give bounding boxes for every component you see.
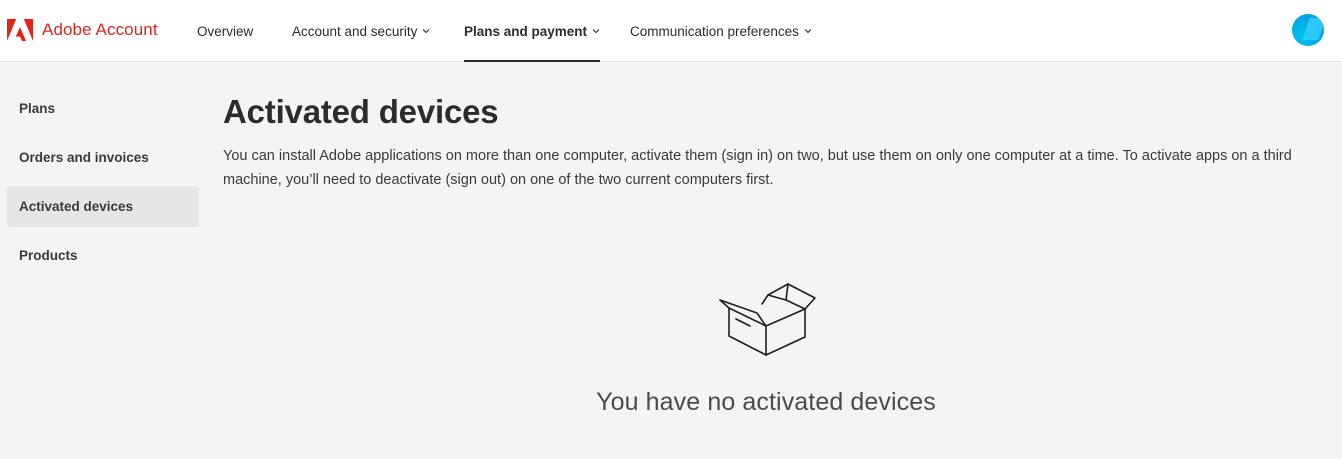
sidebar: Plans Orders and invoices Activated devi… <box>7 88 199 284</box>
adobe-account-home-link[interactable]: Adobe Account <box>7 18 158 42</box>
nav-label: Plans and payment <box>464 23 588 39</box>
user-avatar[interactable] <box>1292 14 1324 46</box>
sidebar-item-products[interactable]: Products <box>7 235 199 276</box>
adobe-logo-icon <box>7 19 33 41</box>
chevron-down-icon <box>804 29 812 34</box>
sidebar-item-orders-and-invoices[interactable]: Orders and invoices <box>7 137 199 178</box>
sidebar-item-label: Activated devices <box>19 199 134 214</box>
nav-communication-preferences[interactable]: Communication preferences <box>630 0 812 62</box>
sidebar-item-label: Orders and invoices <box>19 150 149 165</box>
nav-label: Communication preferences <box>630 23 799 39</box>
sidebar-item-activated-devices[interactable]: Activated devices <box>7 186 199 227</box>
page-description: You can install Adobe applications on mo… <box>223 148 1292 188</box>
sidebar-item-label: Plans <box>19 101 56 116</box>
open-box-icon <box>719 283 816 356</box>
sidebar-item-label: Products <box>19 248 78 263</box>
top-navigation-bar: Adobe Account Overview Account and secur… <box>0 0 1342 62</box>
nav-label: Overview <box>197 23 254 39</box>
brand-title: Adobe Account <box>42 20 158 39</box>
chevron-down-icon <box>422 29 430 34</box>
nav-label: Account and security <box>292 23 418 39</box>
nav-overview[interactable]: Overview <box>197 0 253 62</box>
page-title: Activated devices <box>223 93 499 130</box>
nav-plans-and-payment[interactable]: Plans and payment <box>464 0 601 62</box>
nav-account-and-security[interactable]: Account and security <box>292 0 430 62</box>
sidebar-item-plans[interactable]: Plans <box>7 88 199 129</box>
chevron-down-icon <box>592 29 600 34</box>
main-content: Activated devices You can install Adobe … <box>223 92 1323 192</box>
empty-state-message: You have no activated devices <box>596 388 936 416</box>
